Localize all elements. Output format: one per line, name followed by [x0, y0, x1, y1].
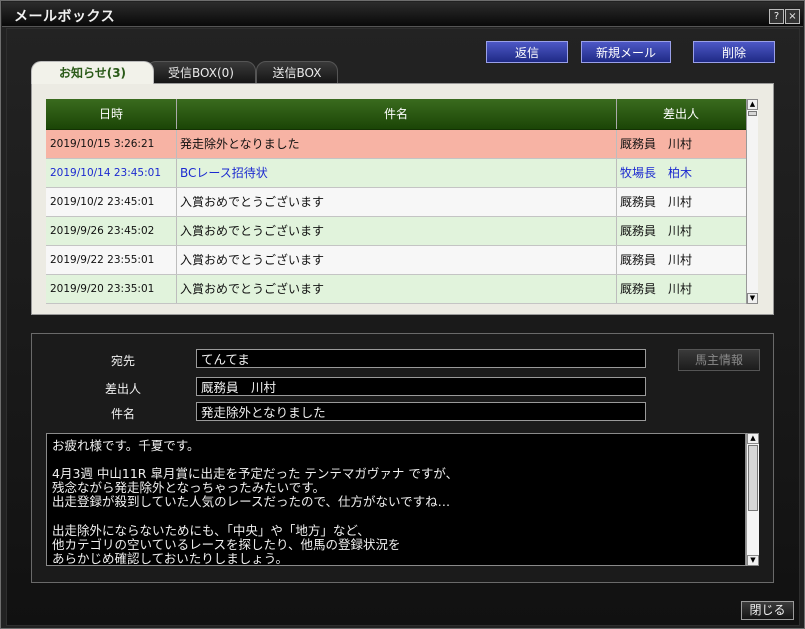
- scroll-down-icon[interactable]: ▼: [747, 293, 758, 304]
- body-line: 出走登録が殺到していた人気のレースだったので、仕方がないですね…: [52, 494, 451, 509]
- column-header-subject[interactable]: 件名: [176, 99, 617, 129]
- close-button[interactable]: 閉じる: [741, 601, 794, 620]
- scroll-up-icon[interactable]: ▲: [747, 433, 759, 444]
- mailbox-window: メールボックス ? × 返信 新規メール 削除 お知らせ(3) 受信BOX(0)…: [0, 0, 805, 629]
- row-subject: 入賞おめでとうございます: [176, 217, 617, 245]
- row-date: 2019/10/15 3:26:21: [46, 130, 177, 158]
- close-icon[interactable]: ×: [785, 9, 800, 24]
- help-icon[interactable]: ?: [769, 9, 784, 24]
- to-field: てんてま: [196, 349, 646, 368]
- row-date: 2019/10/14 23:45:01: [46, 159, 177, 187]
- body-line: あらかじめ確認しておいたりしましょう。: [52, 551, 289, 566]
- table-row[interactable]: 2019/10/15 3:26:21 発走除外となりました 厩務員 川村: [46, 130, 746, 159]
- row-sender: 厩務員 川村: [620, 282, 693, 296]
- table-row[interactable]: 2019/10/2 23:45:01 入賞おめでとうございます 厩務員 川村: [46, 188, 746, 217]
- row-subject: 入賞おめでとうございます: [176, 188, 617, 216]
- window-title: メールボックス: [14, 9, 116, 25]
- subject-label: 件名: [110, 407, 135, 421]
- new-mail-button[interactable]: 新規メール: [581, 41, 671, 63]
- reply-button[interactable]: 返信: [486, 41, 568, 63]
- row-sender: 厩務員 川村: [620, 137, 693, 151]
- row-sender: 牧場長 柏木: [620, 166, 693, 180]
- mail-table: 日時 件名 差出人 2019/10/15 3:26:21 発走除外となりました …: [46, 99, 746, 304]
- row-subject: 入賞おめでとうございます: [176, 275, 617, 303]
- row-sender: 厩務員 川村: [620, 224, 693, 238]
- row-subject: 入賞おめでとうございます: [176, 246, 617, 274]
- column-header-date[interactable]: 日時: [46, 99, 177, 129]
- scroll-thumb[interactable]: [748, 445, 758, 511]
- body-line: お疲れ様です。千夏です。: [52, 438, 200, 453]
- column-header-sender[interactable]: 差出人: [616, 99, 746, 129]
- row-date: 2019/9/26 23:45:02: [46, 217, 177, 245]
- subject-field: 発走除外となりました: [196, 402, 646, 421]
- table-row[interactable]: 2019/9/26 23:45:02 入賞おめでとうございます 厩務員 川村: [46, 217, 746, 246]
- row-subject: 発走除外となりました: [176, 130, 617, 158]
- mail-list-scrollbar[interactable]: ▲ ▼: [746, 99, 758, 304]
- tab-notices[interactable]: お知らせ(3): [31, 61, 154, 84]
- tab-sent[interactable]: 送信BOX: [256, 61, 338, 84]
- row-date: 2019/9/22 23:55:01: [46, 246, 177, 274]
- to-label: 宛先: [110, 354, 135, 368]
- row-date: 2019/9/20 23:35:01: [46, 275, 177, 303]
- message-scrollbar[interactable]: ▲ ▼: [746, 433, 759, 566]
- row-date: 2019/10/2 23:45:01: [46, 188, 177, 216]
- table-header: 日時 件名 差出人: [46, 99, 746, 130]
- row-subject: BCレース招待状: [176, 159, 617, 187]
- row-sender: 厩務員 川村: [620, 195, 693, 209]
- message-body: お疲れ様です。千夏です。 4月3週 中山11R 皐月賞に出走を予定だった テンテ…: [46, 433, 746, 566]
- delete-button[interactable]: 削除: [693, 41, 775, 63]
- scroll-thumb[interactable]: [748, 111, 757, 116]
- title-bar: メールボックス ? ×: [2, 2, 803, 27]
- from-field: 厩務員 川村: [196, 377, 646, 396]
- scroll-up-icon[interactable]: ▲: [747, 99, 758, 110]
- table-row[interactable]: 2019/9/22 23:55:01 入賞おめでとうございます 厩務員 川村: [46, 246, 746, 275]
- table-row[interactable]: 2019/9/20 23:35:01 入賞おめでとうございます 厩務員 川村: [46, 275, 746, 304]
- table-row[interactable]: 2019/10/14 23:45:01 BCレース招待状 牧場長 柏木: [46, 159, 746, 188]
- row-sender: 厩務員 川村: [620, 253, 693, 267]
- from-label: 差出人: [104, 382, 141, 396]
- scroll-down-icon[interactable]: ▼: [747, 555, 759, 566]
- owner-info-button[interactable]: 馬主情報: [678, 349, 760, 371]
- tab-inbox[interactable]: 受信BOX(0): [146, 61, 256, 84]
